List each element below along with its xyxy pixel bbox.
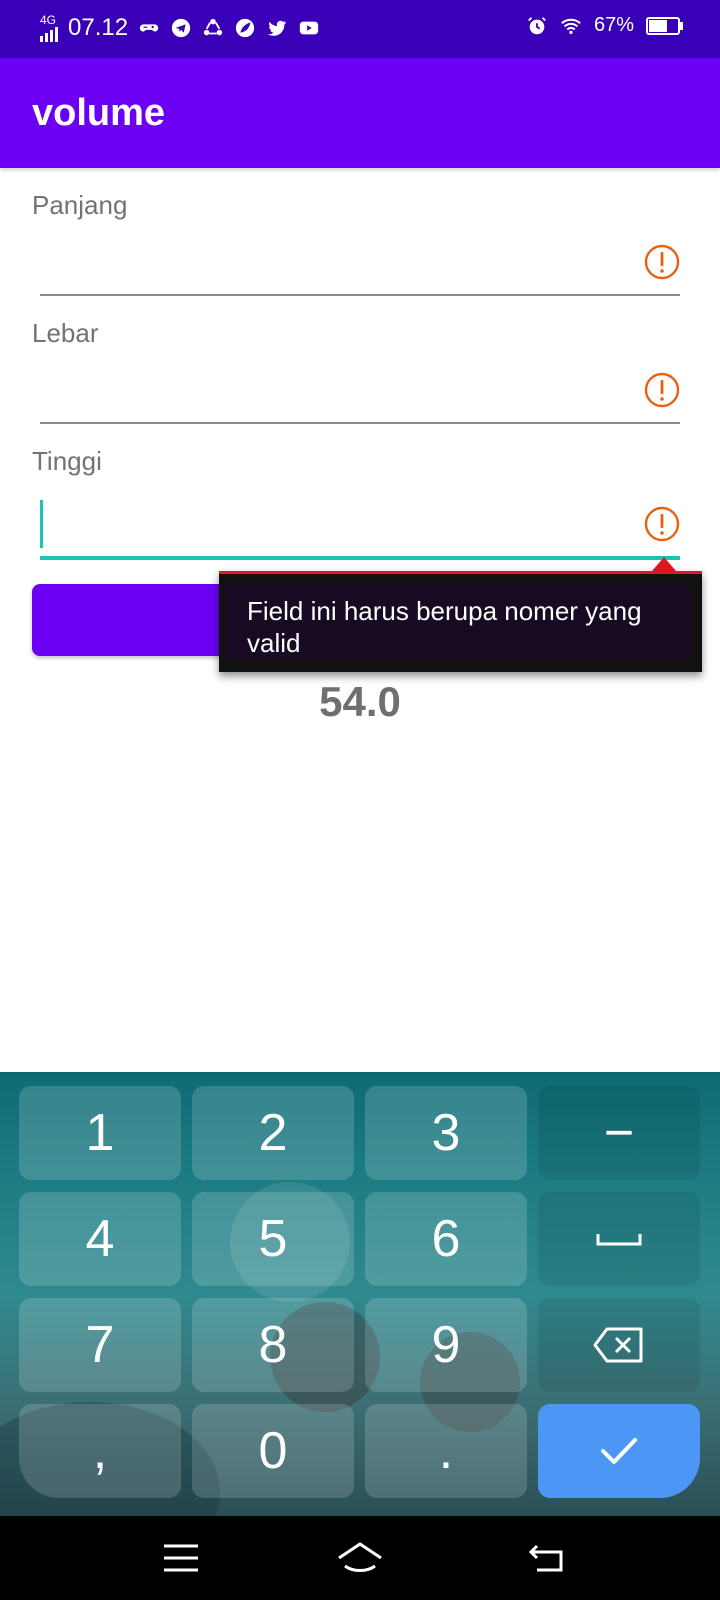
key-space[interactable] — [538, 1192, 700, 1286]
alert-circle-icon — [644, 244, 680, 280]
youtube-icon — [299, 21, 319, 35]
key-0[interactable]: 0 — [192, 1404, 354, 1498]
back-icon[interactable] — [525, 1536, 575, 1580]
key-comma[interactable]: , — [19, 1404, 181, 1498]
tinggi-label: Tinggi — [32, 446, 102, 476]
status-left: 4G 07.12 — [40, 14, 320, 42]
battery-fill — [649, 19, 668, 32]
navigation-bar — [0, 1516, 720, 1600]
alert-circle-icon — [644, 372, 680, 408]
key-1[interactable]: 1 — [19, 1086, 181, 1180]
status-bar: 4G 07.12 67% — [0, 0, 720, 58]
app-title: volume — [32, 92, 166, 134]
share-icon — [203, 18, 223, 36]
app-bar: volume — [0, 58, 720, 168]
tinggi-input[interactable] — [40, 496, 680, 560]
tooltip-arrow — [652, 557, 676, 571]
key-backspace[interactable] — [538, 1298, 700, 1392]
key-done[interactable] — [538, 1404, 700, 1498]
key-4[interactable]: 4 — [19, 1192, 181, 1286]
status-time: 07.12 — [68, 14, 129, 41]
battery-percentage: 67% — [593, 14, 634, 36]
check-icon — [601, 1438, 637, 1464]
key-7[interactable]: 7 — [19, 1298, 181, 1392]
panjang-input[interactable] — [40, 234, 680, 296]
key-5[interactable]: 5 — [192, 1192, 354, 1286]
network-indicator: 4G — [40, 14, 58, 42]
lebar-label: Lebar — [32, 318, 99, 348]
key-3[interactable]: 3 — [365, 1086, 527, 1180]
network-type: 4G — [40, 13, 57, 27]
wifi-icon — [561, 18, 581, 34]
key-2[interactable]: 2 — [192, 1086, 354, 1180]
signal-icon — [40, 26, 58, 42]
panjang-label: Panjang — [32, 190, 128, 220]
space-icon — [596, 1234, 642, 1246]
error-tooltip: Field ini harus berupa nomer yang valid — [219, 571, 702, 672]
leaf-icon — [235, 18, 255, 38]
gamepad-icon — [139, 24, 159, 32]
backspace-icon — [593, 1327, 643, 1363]
home-icon[interactable] — [335, 1536, 385, 1580]
alarm-icon — [528, 16, 546, 34]
telegram-icon — [171, 18, 191, 38]
key-dot[interactable]: . — [365, 1404, 527, 1498]
lebar-input[interactable] — [40, 362, 680, 424]
status-right: 67% — [526, 14, 683, 37]
result-value: 54.0 — [319, 678, 401, 725]
key-6[interactable]: 6 — [365, 1192, 527, 1286]
key-8[interactable]: 8 — [192, 1298, 354, 1392]
numeric-keyboard: 1 2 3 − 4 5 6 7 8 9 , 0 . — [0, 1072, 720, 1516]
twitter-icon — [267, 20, 287, 36]
key-minus[interactable]: − — [538, 1086, 700, 1180]
key-9[interactable]: 9 — [365, 1298, 527, 1392]
battery-icon — [646, 16, 683, 35]
error-tooltip-text: Field ini harus berupa nomer yang valid — [225, 585, 690, 660]
alert-circle-icon — [644, 506, 680, 542]
menu-icon[interactable] — [156, 1536, 206, 1580]
text-cursor — [40, 500, 43, 548]
